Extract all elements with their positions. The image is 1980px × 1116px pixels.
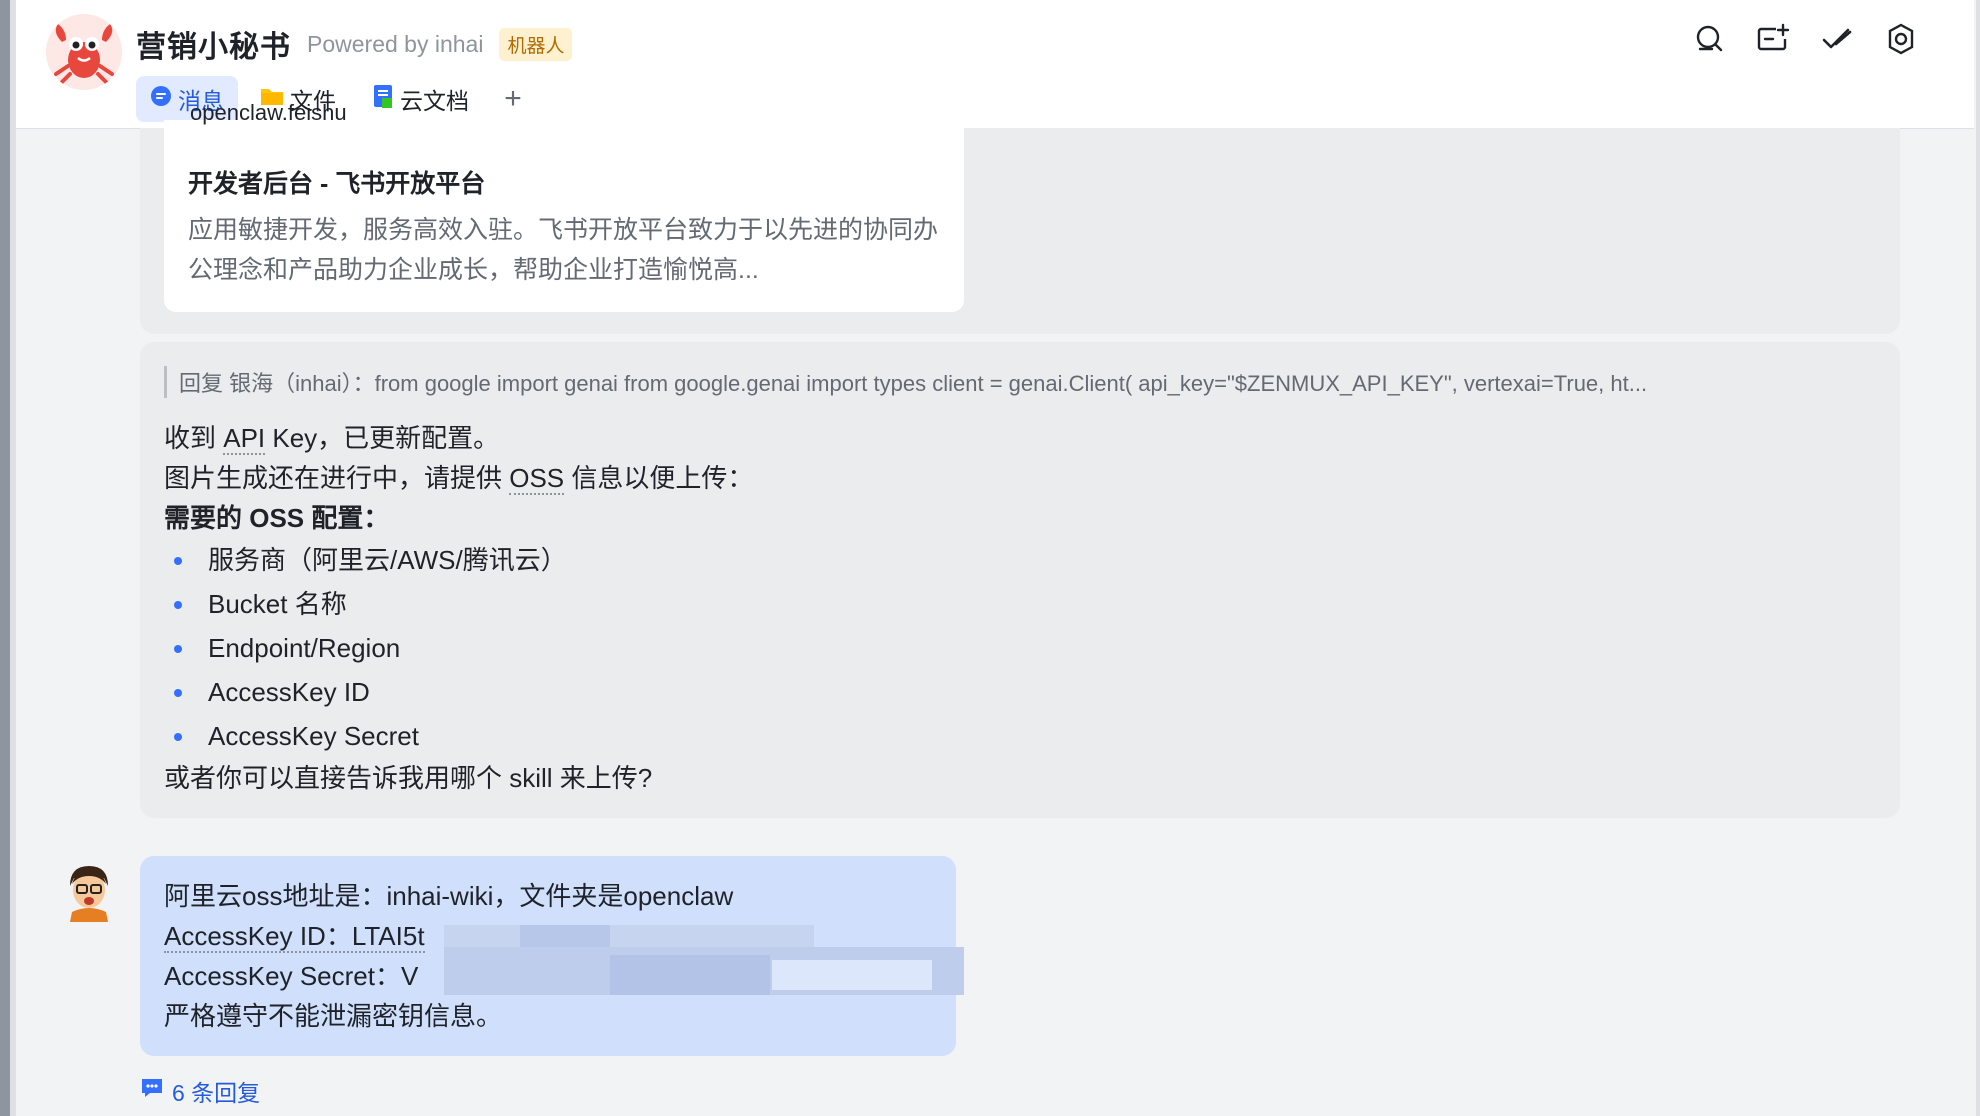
- reply-quote[interactable]: 回复 银海（inhai）：from google import genai fr…: [164, 366, 1885, 398]
- user-line-1: 阿里云oss地址是：inhai-wiki，文件夹是openclaw: [164, 881, 734, 911]
- tab-cloud-docs-label: 云文档: [400, 88, 469, 114]
- bot-badge: 机器人: [499, 27, 573, 61]
- message-icon: [150, 85, 172, 113]
- bot-closing-line: 或者你可以直接告诉我用哪个 skill 来上传?: [164, 763, 653, 793]
- tab-cloud-docs[interactable]: 云文档: [358, 76, 483, 122]
- list-item: Endpoint/Region: [164, 626, 753, 670]
- list-item: AccessKey ID: [164, 670, 753, 714]
- doc-icon: [372, 84, 394, 114]
- bot-message-body: 收到 API Key，已更新配置。 图片生成还在进行中，请提供 OSS 信息以便…: [164, 418, 753, 798]
- oss-config-list: 服务商（阿里云/AWS/腾讯云） Bucket 名称 Endpoint/Regi…: [164, 538, 753, 758]
- comment-icon: [140, 1077, 164, 1105]
- right-edge: [1976, 0, 1980, 1116]
- left-rail: [0, 0, 16, 1116]
- settings-icon[interactable]: [1882, 20, 1920, 58]
- header-actions: [1690, 20, 1920, 58]
- link-card-title[interactable]: 开发者后台 - 飞书开放平台: [188, 164, 485, 200]
- list-item: Bucket 名称: [164, 582, 753, 626]
- user-line-4: 严格遵守不能泄漏密钥信息。: [164, 1001, 503, 1031]
- thread-replies-link[interactable]: 6 条回复: [140, 1074, 260, 1108]
- link-card-partial-text: openclaw.feishu: [190, 100, 347, 125]
- powered-by-text: Powered by inhai: [307, 30, 484, 57]
- user-avatar[interactable]: [64, 862, 114, 922]
- check-done-icon[interactable]: [1818, 20, 1856, 58]
- link-card-description: 应用敏捷开发，服务高效入驻。飞书开放平台致力于以先进的协同办公理念和产品助力企业…: [188, 216, 939, 284]
- add-widget-icon[interactable]: [1754, 20, 1792, 58]
- list-item: 服务商（阿里云/AWS/腾讯云）: [164, 538, 753, 582]
- thread-replies-label: 6 条回复: [172, 1080, 261, 1106]
- term-oss: OSS: [509, 463, 565, 495]
- term-api: API: [223, 423, 266, 455]
- list-item: AccessKey Secret: [164, 714, 753, 758]
- bot-line-2: 图片生成还在进行中，请提供 OSS 信息以便上传：: [164, 463, 754, 495]
- chat-title: 营销小秘书: [136, 31, 291, 64]
- add-tab-button[interactable]: +: [491, 76, 535, 122]
- oss-config-heading: 需要的 OSS 配置：: [164, 503, 390, 533]
- bot-avatar[interactable]: [46, 14, 122, 90]
- search-icon[interactable]: [1690, 20, 1728, 58]
- bot-line-1: 收到 API Key，已更新配置。: [164, 423, 500, 455]
